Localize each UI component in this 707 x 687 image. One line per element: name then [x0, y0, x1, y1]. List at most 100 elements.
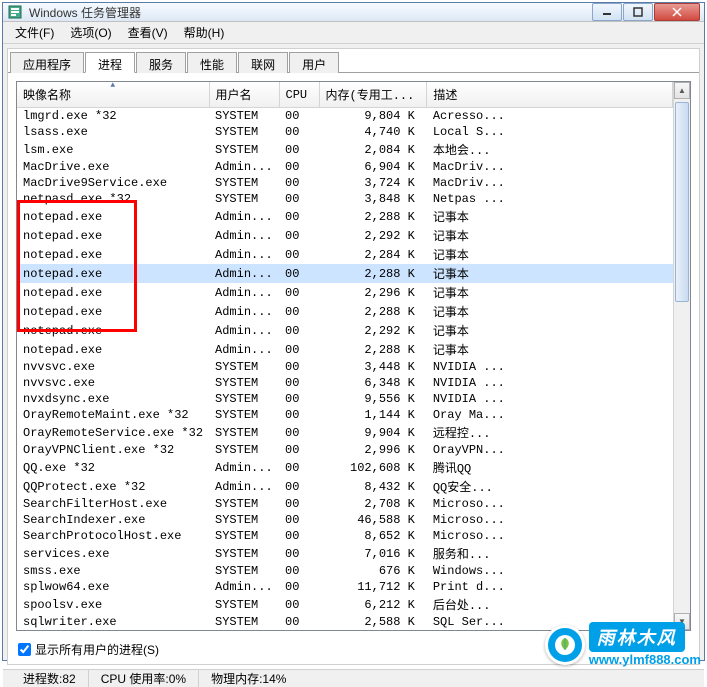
cell-mem: 2,288 K [319, 264, 427, 283]
cell-user: SYSTEM [209, 175, 279, 191]
cell-cpu: 00 [279, 264, 319, 283]
column-header-name[interactable]: ▲映像名称 [17, 82, 209, 108]
vertical-scrollbar[interactable]: ▲ ▼ [673, 82, 690, 630]
table-row[interactable]: notepad.exeAdmin...002,288 K记事本 [17, 264, 673, 283]
tab-users[interactable]: 用户 [289, 52, 339, 73]
column-header-user[interactable]: 用户名 [209, 82, 279, 108]
tab-performance[interactable]: 性能 [187, 52, 237, 73]
cell-user: SYSTEM [209, 391, 279, 407]
cell-name: notepad.exe [17, 207, 209, 226]
cell-name: nvvsvc.exe [17, 375, 209, 391]
cell-desc: 记事本 [427, 264, 673, 283]
table-row[interactable]: OrayVPNClient.exe *32SYSTEM002,996 KOray… [17, 442, 673, 458]
table-row[interactable]: notepad.exeAdmin...002,292 K记事本 [17, 321, 673, 340]
menu-help[interactable]: 帮助(H) [176, 22, 233, 43]
cell-user: Admin... [209, 340, 279, 359]
table-row[interactable]: lsm.exeSYSTEM002,084 K本地会... [17, 140, 673, 159]
maximize-button[interactable] [623, 3, 653, 21]
table-row[interactable]: spoolsv.exeSYSTEM006,212 K后台处... [17, 595, 673, 614]
table-row[interactable]: SearchIndexer.exeSYSTEM0046,588 KMicroso… [17, 512, 673, 528]
cell-mem: 2,284 K [319, 245, 427, 264]
cell-cpu: 00 [279, 108, 319, 125]
column-header-description[interactable]: 描述 [427, 82, 673, 108]
table-row[interactable]: SearchProtocolHost.exeSYSTEM008,652 KMic… [17, 528, 673, 544]
column-header-cpu[interactable]: CPU [279, 82, 319, 108]
menu-options[interactable]: 选项(O) [62, 22, 119, 43]
cell-mem: 6,212 K [319, 595, 427, 614]
cell-user: Admin... [209, 458, 279, 477]
table-row[interactable]: OrayRemoteMaint.exe *32SYSTEM001,144 KOr… [17, 407, 673, 423]
cell-cpu: 00 [279, 159, 319, 175]
cell-mem: 9,804 K [319, 108, 427, 125]
table-row[interactable]: lsass.exeSYSTEM004,740 KLocal S... [17, 124, 673, 140]
cell-desc: Windows... [427, 563, 673, 579]
cell-cpu: 00 [279, 340, 319, 359]
table-row[interactable]: services.exeSYSTEM007,016 K服务和... [17, 544, 673, 563]
cell-desc: 记事本 [427, 321, 673, 340]
cell-cpu: 00 [279, 477, 319, 496]
cell-cpu: 00 [279, 579, 319, 595]
table-row[interactable]: MacDrive.exeAdmin...006,904 KMacDriv... [17, 159, 673, 175]
cell-name: QQProtect.exe *32 [17, 477, 209, 496]
cell-user: SYSTEM [209, 407, 279, 423]
table-row[interactable]: OrayRemoteService.exe *32SYSTEM009,904 K… [17, 423, 673, 442]
table-row[interactable]: nvvsvc.exeSYSTEM006,348 KNVIDIA ... [17, 375, 673, 391]
cell-user: Admin... [209, 302, 279, 321]
cell-cpu: 00 [279, 124, 319, 140]
minimize-button[interactable] [592, 3, 622, 21]
show-all-users-input[interactable] [18, 643, 31, 656]
show-all-users-checkbox[interactable]: 显示所有用户的进程(S) [18, 641, 159, 658]
cell-mem: 7,016 K [319, 544, 427, 563]
cell-name: QQ.exe *32 [17, 458, 209, 477]
cell-mem: 3,724 K [319, 175, 427, 191]
table-row[interactable]: notepad.exeAdmin...002,292 K记事本 [17, 226, 673, 245]
cell-cpu: 00 [279, 512, 319, 528]
cell-mem: 2,708 K [319, 496, 427, 512]
cell-mem: 2,084 K [319, 140, 427, 159]
table-row[interactable]: notepad.exeAdmin...002,288 K记事本 [17, 340, 673, 359]
status-cpu-usage: CPU 使用率: 0% [89, 670, 199, 687]
scroll-up-button[interactable]: ▲ [674, 82, 690, 99]
table-row[interactable]: nvxdsync.exeSYSTEM009,556 KNVIDIA ... [17, 391, 673, 407]
table-row[interactable]: QQ.exe *32Admin...00102,608 K腾讯QQ [17, 458, 673, 477]
titlebar[interactable]: Windows 任务管理器 [3, 3, 704, 22]
content-area: 应用程序 进程 服务 性能 联网 用户 ▲映像名称 用户名 CPU 内存(专用工… [7, 48, 700, 665]
table-row[interactable]: SearchFilterHost.exeSYSTEM002,708 KMicro… [17, 496, 673, 512]
cell-cpu: 00 [279, 191, 319, 207]
table-row[interactable]: notepad.exeAdmin...002,284 K记事本 [17, 245, 673, 264]
cell-cpu: 00 [279, 302, 319, 321]
scroll-thumb[interactable] [675, 102, 689, 302]
cell-user: SYSTEM [209, 528, 279, 544]
tab-applications[interactable]: 应用程序 [10, 52, 84, 73]
cell-name: splwow64.exe [17, 579, 209, 595]
table-row[interactable]: splwow64.exeAdmin...0011,712 KPrint d... [17, 579, 673, 595]
table-row[interactable]: netpasd.exe *32SYSTEM003,848 KNetpas ... [17, 191, 673, 207]
close-button[interactable] [654, 3, 700, 21]
cell-cpu: 00 [279, 207, 319, 226]
cell-user: SYSTEM [209, 124, 279, 140]
table-row[interactable]: notepad.exeAdmin...002,296 K记事本 [17, 283, 673, 302]
column-header-memory[interactable]: 内存(专用工... [319, 82, 427, 108]
cell-name: lsm.exe [17, 140, 209, 159]
tab-networking[interactable]: 联网 [238, 52, 288, 73]
table-row[interactable]: notepad.exeAdmin...002,288 K记事本 [17, 302, 673, 321]
cell-desc: QQ安全... [427, 477, 673, 496]
table-row[interactable]: QQProtect.exe *32Admin...008,432 KQQ安全..… [17, 477, 673, 496]
table-row[interactable]: smss.exeSYSTEM00676 KWindows... [17, 563, 673, 579]
cell-desc: 后台处... [427, 595, 673, 614]
menu-file[interactable]: 文件(F) [7, 22, 62, 43]
table-row[interactable]: notepad.exeAdmin...002,288 K记事本 [17, 207, 673, 226]
table-row[interactable]: lmgrd.exe *32SYSTEM009,804 KAcresso... [17, 108, 673, 125]
cell-name: sqlwriter.exe [17, 614, 209, 630]
tab-services[interactable]: 服务 [136, 52, 186, 73]
cell-mem: 6,348 K [319, 375, 427, 391]
table-row[interactable]: nvvsvc.exeSYSTEM003,448 KNVIDIA ... [17, 359, 673, 375]
table-row[interactable]: MacDrive9Service.exeSYSTEM003,724 KMacDr… [17, 175, 673, 191]
tab-processes[interactable]: 进程 [85, 52, 135, 73]
cell-mem: 2,292 K [319, 226, 427, 245]
cell-cpu: 00 [279, 614, 319, 630]
cell-name: spoolsv.exe [17, 595, 209, 614]
menu-view[interactable]: 查看(V) [120, 22, 176, 43]
cell-user: SYSTEM [209, 108, 279, 125]
cell-desc: NVIDIA ... [427, 391, 673, 407]
